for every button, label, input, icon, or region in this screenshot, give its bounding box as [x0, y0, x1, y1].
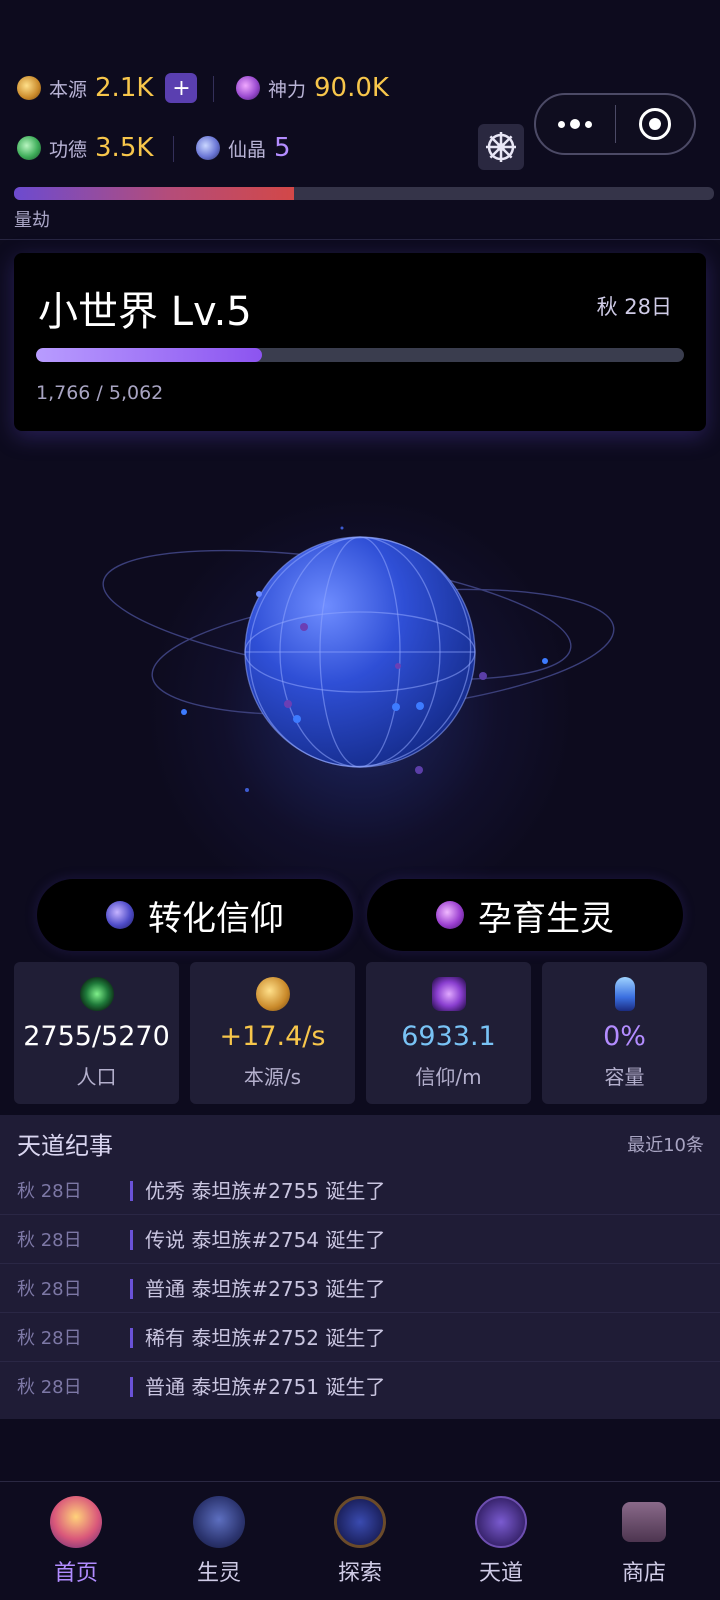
chronicle-panel: 天道纪事 最近10条 秋 28日 优秀 泰坦族#2755 诞生了 秋 28日 传… — [0, 1115, 720, 1419]
shenli-label: 神力 — [268, 78, 307, 101]
convert-faith-label: 转化信仰 — [148, 898, 284, 939]
entry-text: 普通 泰坦族#2753 诞生了 — [145, 1277, 386, 1301]
stat-value: +17.4/s — [219, 1021, 326, 1052]
add-benyuan-button[interactable]: + — [165, 73, 198, 103]
kalpa-progress-fill — [14, 187, 294, 200]
breed-life-button[interactable]: 孕育生灵 — [367, 879, 683, 951]
nav-item-shop[interactable]: 商店 — [572, 1482, 716, 1600]
nav-item-home[interactable]: 首页 — [4, 1482, 148, 1600]
entry-text: 优秀 泰坦族#2755 诞生了 — [145, 1179, 386, 1203]
merit-orb-icon — [17, 136, 41, 160]
mini-program-capsule — [534, 93, 696, 155]
life-orb-icon — [436, 901, 464, 929]
nav-label: 探索 — [337, 1561, 382, 1586]
origin-coin-icon — [17, 76, 41, 100]
entry-date: 秋 28日 — [17, 1181, 82, 1202]
stat-card-origin-rate: +17.4/s 本源/s — [190, 962, 355, 1104]
nav-label: 生灵 — [196, 1561, 241, 1586]
benyuan-value: 2.1K — [95, 73, 154, 103]
chronicle-title: 天道纪事 — [17, 1132, 113, 1160]
more-menu-button[interactable] — [536, 119, 615, 129]
stat-card-faith-rate: 6933.1 信仰/m — [366, 962, 531, 1104]
resource-divider — [213, 76, 214, 102]
chronicle-count: 最近10条 — [627, 1135, 704, 1156]
chronicle-entry: 秋 28日 传说 泰坦族#2754 诞生了 — [0, 1215, 720, 1264]
convert-faith-button[interactable]: 转化信仰 — [37, 879, 353, 951]
settings-button[interactable] — [478, 124, 524, 170]
entry-text: 稀有 泰坦族#2752 诞生了 — [145, 1326, 386, 1350]
entry-text: 传说 泰坦族#2754 诞生了 — [145, 1228, 386, 1252]
stat-value: 0% — [603, 1021, 646, 1052]
palace-icon — [50, 1496, 102, 1548]
treasure-chest-icon — [622, 1502, 666, 1542]
dharma-wheel-icon — [486, 132, 516, 162]
planet-icon — [102, 526, 615, 792]
stat-value: 2755/5270 — [23, 1021, 170, 1052]
stat-card-capacity: 0% 容量 — [542, 962, 707, 1104]
close-miniprogram-button[interactable] — [616, 108, 695, 140]
chronicle-entry: 秋 28日 普通 泰坦族#2751 诞生了 — [0, 1362, 720, 1411]
faith-orb-icon — [106, 901, 134, 929]
gongde-value: 3.5K — [95, 133, 154, 163]
world-planet-view[interactable] — [0, 440, 720, 920]
population-icon — [79, 977, 114, 1011]
kalpa-label: 量劫 — [14, 210, 50, 231]
faith-icon — [431, 977, 466, 1011]
stat-value: 6933.1 — [401, 1021, 496, 1052]
resource-xianjing: 仙晶 5 — [196, 130, 291, 166]
stat-label: 信仰/m — [415, 1065, 482, 1089]
compass-icon — [334, 1496, 386, 1548]
xianjing-label: 仙晶 — [228, 138, 267, 161]
resource-shenli: 神力 90.0K — [236, 70, 389, 106]
nav-item-explore[interactable]: 探索 — [288, 1482, 432, 1600]
target-icon — [638, 108, 671, 140]
nav-item-creatures[interactable]: 生灵 — [147, 1482, 291, 1600]
resource-gongde: 功德 3.5K — [17, 130, 153, 166]
origin-icon — [255, 977, 290, 1011]
stat-label: 人口 — [76, 1065, 117, 1089]
nav-label: 商店 — [621, 1561, 666, 1586]
chronicle-entry: 秋 28日 稀有 泰坦族#2752 诞生了 — [0, 1313, 720, 1362]
entry-date: 秋 28日 — [17, 1328, 82, 1349]
dragon-icon — [193, 1496, 245, 1548]
bottom-nav: 首页 生灵 探索 天道 商店 — [0, 1481, 720, 1600]
resource-benyuan: 本源 2.1K + — [17, 70, 198, 106]
entry-date: 秋 28日 — [17, 1230, 82, 1251]
benyuan-label: 本源 — [49, 78, 88, 101]
kalpa-progress-bar — [14, 187, 714, 200]
entry-date: 秋 28日 — [17, 1279, 82, 1300]
stat-card-population: 2755/5270 人口 — [14, 962, 179, 1104]
divine-power-icon — [236, 76, 260, 100]
capacity-icon — [614, 977, 635, 1011]
taiji-icon — [475, 1496, 527, 1548]
chronicle-entry: 秋 28日 优秀 泰坦族#2755 诞生了 — [0, 1166, 720, 1215]
crystal-icon — [196, 136, 220, 160]
world-card: 小世界 Lv.5 秋 28日 1,766 / 5,062 — [14, 253, 706, 431]
world-title: 小世界 Lv.5 — [38, 289, 252, 335]
season-date: 秋 28日 — [596, 295, 672, 319]
entry-text: 普通 泰坦族#2751 诞生了 — [145, 1375, 386, 1399]
nav-label: 天道 — [478, 1561, 523, 1586]
stat-label: 容量 — [604, 1065, 645, 1089]
resource-divider — [173, 136, 174, 162]
nav-item-heaven-dao[interactable]: 天道 — [429, 1482, 573, 1600]
breed-life-label: 孕育生灵 — [478, 898, 614, 939]
chronicle-entry: 秋 28日 普通 泰坦族#2753 诞生了 — [0, 1264, 720, 1313]
world-xp-text: 1,766 / 5,062 — [36, 382, 164, 404]
nav-label: 首页 — [53, 1561, 98, 1586]
gongde-label: 功德 — [49, 138, 88, 161]
world-xp-bar — [36, 348, 684, 362]
stat-label: 本源/s — [243, 1065, 302, 1089]
entry-date: 秋 28日 — [17, 1377, 82, 1398]
world-xp-fill — [36, 348, 263, 362]
xianjing-value: 5 — [274, 133, 291, 163]
shenli-value: 90.0K — [314, 73, 389, 103]
